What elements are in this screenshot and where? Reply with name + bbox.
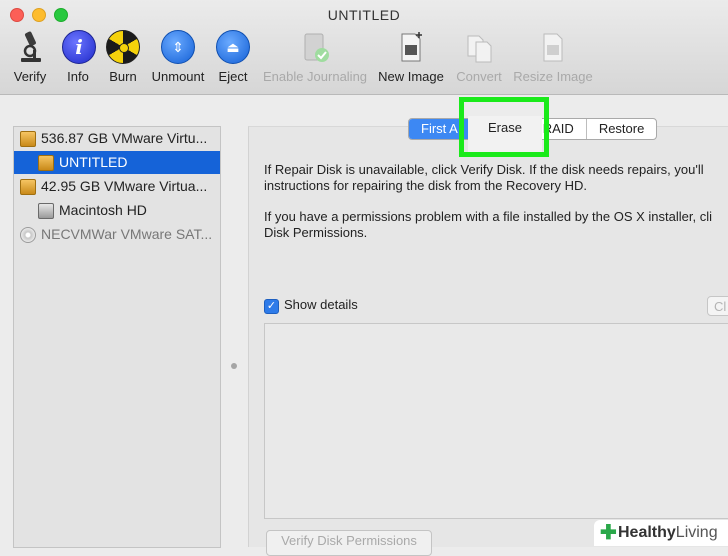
verify-label: Verify <box>13 69 47 84</box>
info-button[interactable]: i Info <box>62 30 96 84</box>
sidebar-item-disk-536gb[interactable]: 536.87 GB VMware Virtu... <box>14 127 220 150</box>
tab-restore[interactable]: Restore <box>587 119 657 139</box>
eject-icon: ⏏ <box>216 30 250 64</box>
resize-image-button[interactable]: Resize Image <box>512 30 594 84</box>
journal-drive-icon <box>298 30 332 64</box>
convert-button[interactable]: Convert <box>455 30 503 84</box>
show-details-label: Show details <box>284 297 358 312</box>
new-image-label: New Image <box>378 69 444 84</box>
sidebar-item-optical-drive[interactable]: NECVMWar VMware SAT... <box>14 223 220 246</box>
watermark-part2: Living <box>675 524 718 541</box>
repair-info-line-2: instructions for repairing the disk from… <box>264 178 587 193</box>
radiation-icon <box>106 30 140 64</box>
resize-image-label: Resize Image <box>513 69 593 84</box>
gold-volume-icon <box>38 155 54 172</box>
show-details-checkbox[interactable]: ✓ <box>264 299 279 314</box>
new-image-icon <box>394 30 428 64</box>
info-icon: i <box>62 30 96 64</box>
highlight-box <box>459 97 549 157</box>
sidebar-item-label: NECVMWar VMware SAT... <box>41 226 213 242</box>
verify-disk-permissions-button[interactable]: Verify Disk Permissions <box>266 530 432 556</box>
title-bar: UNTITLED Verify i Info Burn ⇕ Unmount ⏏ … <box>0 0 728 95</box>
burn-label: Burn <box>109 69 137 84</box>
enable-journaling-button[interactable]: Enable Journaling <box>261 30 369 84</box>
watermark: ✚ HealthyLiving <box>594 520 728 546</box>
gold-drive-icon <box>20 179 36 196</box>
details-log <box>264 323 728 519</box>
window-title: UNTITLED <box>327 7 401 23</box>
verify-button[interactable]: Verify <box>10 30 50 84</box>
sidebar-item-disk-42gb[interactable]: 42.95 GB VMware Virtua... <box>14 175 220 198</box>
eject-label: Eject <box>218 69 248 84</box>
unmount-icon: ⇕ <box>161 30 195 64</box>
new-image-button[interactable]: New Image <box>377 30 445 84</box>
unmount-label: Unmount <box>151 69 205 84</box>
sidebar-item-label: UNTITLED <box>59 154 128 170</box>
sidebar-item-label: 42.95 GB VMware Virtua... <box>41 178 208 194</box>
microscope-icon <box>13 30 47 64</box>
enable-journaling-label: Enable Journaling <box>262 69 368 84</box>
gray-volume-icon <box>38 203 54 220</box>
sidebar-item-macintosh-hd[interactable]: Macintosh HD <box>14 199 220 222</box>
clear-history-button[interactable]: Cl <box>707 296 728 316</box>
info-label: Info <box>67 69 89 84</box>
permissions-info-line-2: Disk Permissions. <box>264 225 368 240</box>
convert-label: Convert <box>456 69 502 84</box>
plus-icon: ✚ <box>600 522 617 544</box>
eject-button[interactable]: ⏏ Eject <box>216 30 250 84</box>
gold-drive-icon <box>20 131 36 148</box>
split-view-handle[interactable] <box>231 363 237 369</box>
sidebar-item-label: Macintosh HD <box>59 202 147 218</box>
convert-icon <box>462 30 496 64</box>
sidebar-item-untitled[interactable]: UNTITLED <box>14 151 220 174</box>
disk-list: 536.87 GB VMware Virtu... UNTITLED 42.95… <box>13 126 221 548</box>
resize-image-icon <box>536 30 570 64</box>
optical-disc-icon <box>20 227 36 244</box>
unmount-button[interactable]: ⇕ Unmount <box>150 30 206 84</box>
watermark-part1: Healthy <box>618 524 676 541</box>
sidebar-item-label: 536.87 GB VMware Virtu... <box>41 130 208 146</box>
burn-button[interactable]: Burn <box>106 30 140 84</box>
